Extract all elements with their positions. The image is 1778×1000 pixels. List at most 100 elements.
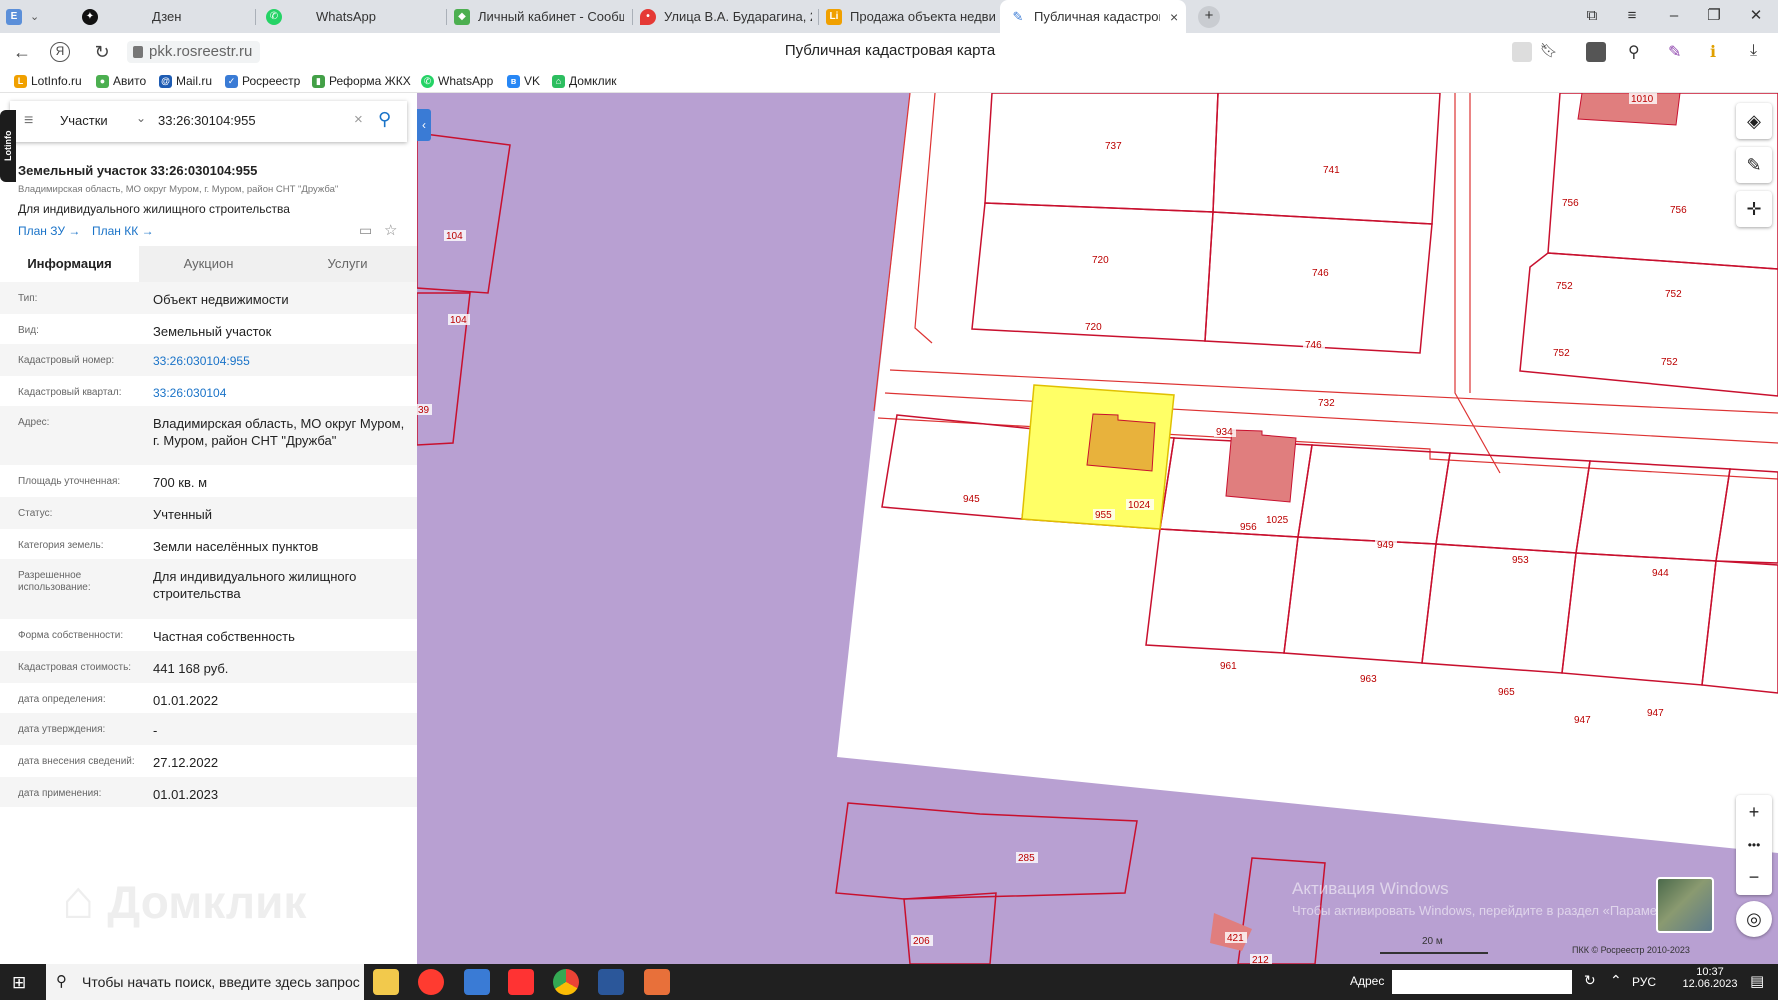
tab-lk[interactable]: ◆ Личный кабинет - Сообщ: [454, 0, 624, 33]
compass-icon[interactable]: ◎: [1736, 901, 1772, 937]
url-field[interactable]: pkk.rosreestr.ru: [127, 41, 261, 63]
clock[interactable]: 10:37 12.06.2023: [1680, 966, 1740, 990]
extension-icon[interactable]: [1586, 42, 1606, 62]
chevron-down-icon[interactable]: ⌄: [136, 111, 146, 125]
clear-icon[interactable]: ×: [354, 111, 363, 128]
restore-icon[interactable]: ❐: [1704, 6, 1724, 26]
pkk-app-icon[interactable]: [464, 969, 490, 995]
avito-icon: ●: [96, 74, 109, 88]
yandex-icon[interactable]: Я: [50, 42, 70, 62]
refresh-icon[interactable]: ↻: [1584, 972, 1596, 989]
parcel-label: 746: [1312, 268, 1329, 279]
search-input[interactable]: 33:26:30104:955: [158, 113, 256, 128]
parcel-label: 961: [1220, 661, 1237, 672]
hamburger-icon[interactable]: ≡: [24, 112, 33, 130]
star-icon[interactable]: ☆: [384, 221, 397, 239]
info-row-label: Вид:: [18, 325, 39, 336]
parcel-label: 720: [1085, 322, 1102, 333]
locate-icon[interactable]: ✛: [1736, 191, 1772, 227]
bookmark-whatsapp[interactable]: ✆ WhatsApp: [421, 74, 493, 88]
tab-dzen[interactable]: ✦ Дзен: [82, 0, 242, 33]
collections-icon[interactable]: ⧉: [1582, 6, 1602, 26]
chrome-icon[interactable]: [553, 969, 579, 995]
building-1024[interactable]: [1086, 413, 1156, 472]
zoom-in-icon[interactable]: +: [1749, 802, 1760, 823]
pen-icon[interactable]: ✎: [1668, 42, 1688, 62]
tab-street[interactable]: • Улица В.А. Бударагина, 28: [640, 0, 812, 33]
plan-kk-link[interactable]: План КК →: [92, 224, 154, 238]
close-tab-icon[interactable]: ×: [1170, 9, 1178, 25]
parcel-label: 752: [1556, 281, 1573, 292]
file-explorer-icon[interactable]: [373, 969, 399, 995]
word-icon[interactable]: [598, 969, 624, 995]
info-row-link[interactable]: 33:26:030104: [153, 385, 408, 402]
info-row: Категория земель: Земли населённых пункто…: [0, 529, 417, 559]
back-icon[interactable]: ←: [10, 40, 34, 64]
building-1025[interactable]: [1225, 429, 1297, 503]
bookmark-vk[interactable]: в VK: [507, 74, 540, 88]
ruler-icon[interactable]: ✎: [1736, 147, 1772, 183]
lotinfo-side-tab[interactable]: Lotinfo: [0, 110, 16, 182]
info-row: Статус: Учтенный: [0, 497, 417, 529]
bookmark-lotinfo[interactable]: L LotInfo.ru: [14, 74, 82, 88]
zoom-out-icon[interactable]: −: [1749, 867, 1760, 888]
domclick-watermark: ⌂ Домклик: [62, 869, 306, 931]
yandex-browser-icon: Е: [6, 8, 22, 25]
plan-zu-link[interactable]: План ЗУ →: [18, 224, 80, 238]
tab-pkk[interactable]: ✎ Публичная кадастровая ×: [1000, 0, 1186, 33]
language-indicator[interactable]: РУС: [1632, 975, 1656, 989]
satellite-thumbnail[interactable]: [1656, 877, 1714, 933]
bookmark-icon[interactable]: 🔖︎: [1540, 42, 1560, 62]
search-icon[interactable]: ⚲: [378, 109, 391, 130]
tab-browser-menu[interactable]: Е ⌄: [6, 0, 60, 33]
yandex-browser-icon[interactable]: [418, 969, 444, 995]
info-row-link[interactable]: 33:26:030104:955: [153, 353, 408, 370]
collapse-panel-button[interactable]: ‹: [417, 109, 431, 141]
tab-information[interactable]: Информация: [0, 246, 139, 282]
info-row-label: дата утверждения:: [18, 724, 106, 735]
yandex-icon[interactable]: [508, 969, 534, 995]
download-icon[interactable]: ⤓: [1750, 42, 1770, 62]
info-row: дата утверждения: -: [0, 713, 417, 745]
info-icon[interactable]: ℹ: [1710, 42, 1730, 62]
address-toolbar-input[interactable]: [1392, 970, 1572, 994]
tab-whatsapp[interactable]: ✆ WhatsApp: [266, 0, 446, 33]
reload-icon[interactable]: ↻: [90, 40, 114, 64]
tab-auction[interactable]: Аукцион: [139, 246, 278, 282]
info-row-label: Кадастровый квартал:: [18, 387, 122, 398]
translate-icon[interactable]: [1512, 42, 1532, 62]
more-icon[interactable]: •••: [1748, 838, 1761, 852]
tab-services[interactable]: Услуги: [278, 246, 417, 282]
search-category-select[interactable]: Участки: [60, 113, 108, 128]
tab-lotinfo[interactable]: Li Продажа объекта недвиж: [826, 0, 996, 33]
info-row-label: Разрешенное использование:: [18, 570, 91, 593]
windows-start-icon[interactable]: ⊞: [12, 973, 26, 993]
chevron-down-icon: ⌄: [30, 11, 40, 23]
map-pin-icon: •: [640, 8, 656, 25]
bookmark-reforma[interactable]: ▮ Реформа ЖКХ: [312, 74, 411, 88]
settings-app-icon[interactable]: [644, 969, 670, 995]
bookmark-mail[interactable]: @ Mail.ru: [159, 74, 212, 88]
bookmark-rosreestr[interactable]: ✓ Росреестр: [225, 74, 300, 88]
info-row: Кадастровый квартал: 33:26:030104: [0, 376, 417, 406]
minimize-icon[interactable]: –: [1664, 6, 1684, 26]
bookmark-avito[interactable]: ● Авито: [96, 74, 146, 88]
chevron-up-icon[interactable]: ⌃: [1610, 972, 1622, 989]
tab-label: Публичная кадастровая: [1034, 9, 1160, 24]
parcel-purpose: Для индивидуального жилищного строительс…: [18, 202, 290, 216]
taskbar-search[interactable]: ⚲ Чтобы начать поиск, введите здесь запр…: [46, 964, 364, 1000]
new-tab-button[interactable]: +: [1198, 6, 1220, 28]
parcel-label: 104: [446, 231, 463, 242]
close-window-icon[interactable]: ✕: [1746, 6, 1766, 26]
layers-icon[interactable]: ◈: [1736, 103, 1772, 139]
add-note-icon[interactable]: ▭: [359, 222, 372, 239]
lotinfo-icon: Li: [826, 8, 842, 25]
bookmark-domclick[interactable]: ⌂ Домклик: [552, 74, 617, 88]
parcel-label: 752: [1553, 348, 1570, 359]
notifications-icon[interactable]: ▤: [1750, 972, 1764, 990]
key-icon[interactable]: ⚲: [1628, 42, 1648, 62]
menu-icon[interactable]: ≡: [1622, 6, 1642, 26]
tab-label: WhatsApp: [316, 9, 376, 24]
parcel-label: 934: [1216, 427, 1233, 438]
info-row-label: Статус:: [18, 508, 53, 519]
